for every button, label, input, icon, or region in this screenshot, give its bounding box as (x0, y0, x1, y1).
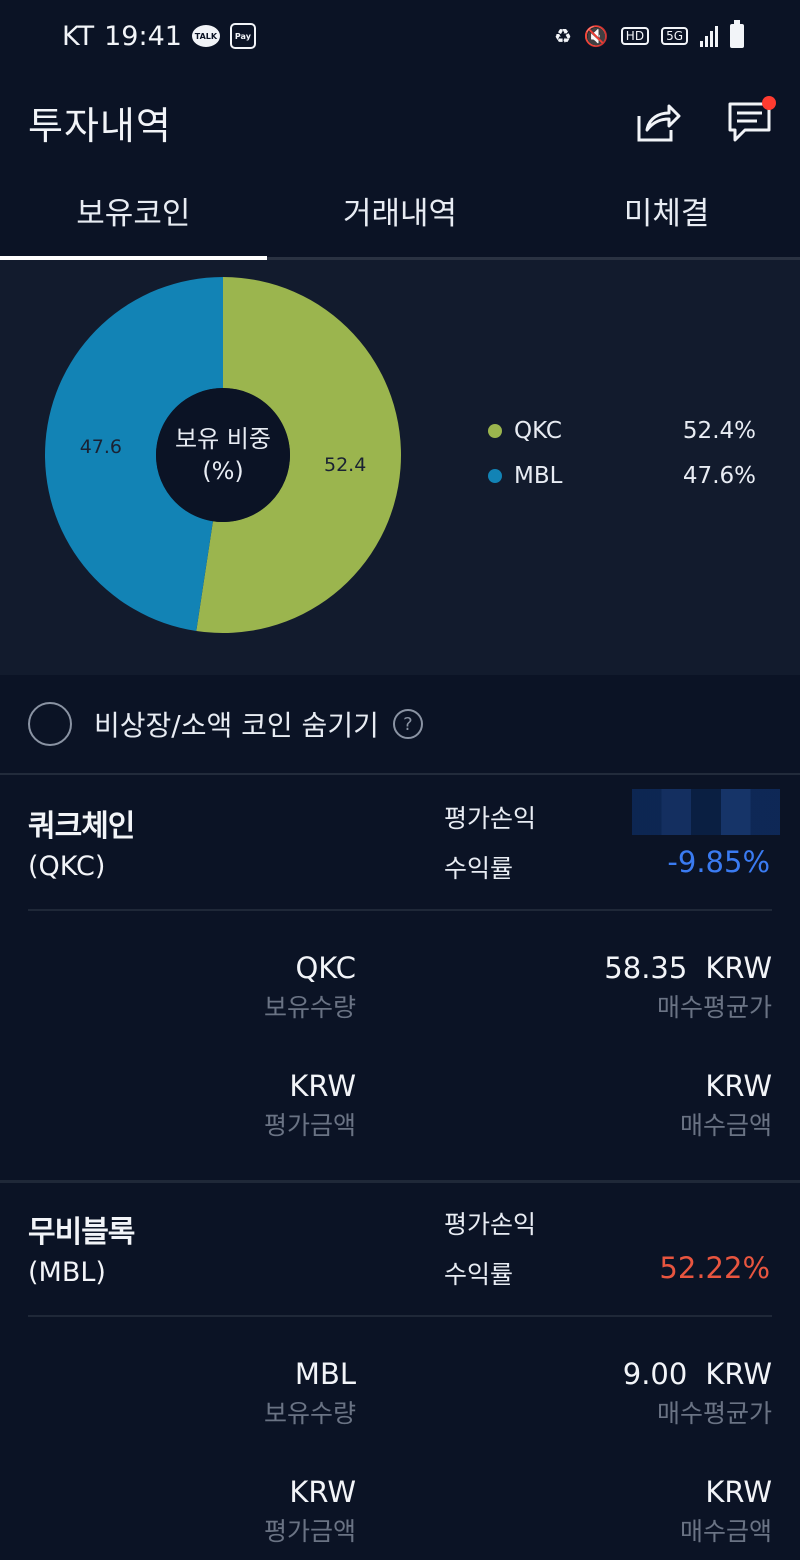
pnl-label: 평가손익 (444, 1210, 537, 1239)
qty-value: MBL (294, 1357, 356, 1391)
redacted-value (632, 789, 780, 835)
buy-amount-value: KRW (705, 1475, 772, 1509)
buy-amount-field: KRW 매수금액 (680, 1066, 772, 1146)
avg-price-field: 9.00 KRW 매수평균가 (623, 1354, 772, 1434)
kakaotalk-icon: TALK (191, 25, 220, 47)
signal-icon (700, 25, 718, 47)
divider (28, 909, 772, 911)
legend-item: MBL 47.6% (488, 453, 756, 498)
avg-price-number: 58.35 (604, 951, 688, 985)
avg-price-field: 58.35 KRW 매수평균가 (604, 948, 772, 1028)
chart-legend: QKC 52.4% MBL 47.6% (488, 408, 756, 498)
donut-center-unit: (%) (202, 457, 244, 485)
buy-amount-label: 매수금액 (679, 1517, 772, 1546)
coin-card-qkc[interactable]: 쿼크체인 (QKC) 평가손익 수익률 -9.85% QKC 보유수량 58.3… (0, 777, 800, 1180)
tab-open-orders[interactable]: 미체결 (533, 172, 800, 257)
share-icon (637, 104, 681, 142)
eval-amount-field: KRW 평가금액 (264, 1472, 356, 1552)
app-header: 투자내역 (0, 72, 800, 172)
coin-name: 쿼크체인 (28, 809, 135, 844)
legend-pct: 47.6% (682, 462, 756, 489)
avg-price-value: 58.35 KRW (604, 948, 772, 988)
status-bar: KT 19:41 TALK Pay ♻ 🔇 HD 5G (0, 0, 800, 72)
tab-holdings[interactable]: 보유코인 (0, 172, 267, 260)
pnl-label: 평가손익 (444, 804, 537, 833)
samsung-pay-icon: Pay (229, 23, 256, 49)
buy-amount-label: 매수금액 (679, 1111, 772, 1140)
legend-name: QKC (514, 417, 562, 444)
share-button[interactable] (634, 98, 682, 146)
buy-amount-value: KRW (705, 1069, 772, 1103)
donut-center-label: 보유 비중 (%) (45, 277, 401, 633)
donut-chart: 52.4 47.6 보유 비중 (%) (45, 277, 402, 633)
coin-summary: 무비블록 (MBL) 평가손익 수익률 52.22% (0, 1183, 800, 1318)
eval-amount-field: KRW 평가금액 (264, 1066, 356, 1146)
avg-price-number: 9.00 (622, 1357, 688, 1391)
network-5g-icon: 5G (661, 27, 688, 45)
qty-value: QKC (295, 951, 356, 985)
buy-amount-field: KRW 매수금액 (680, 1472, 772, 1552)
coin-name: 무비블록 (28, 1215, 135, 1250)
rate-label: 수익률 (444, 1260, 514, 1289)
eval-amount-label: 평가금액 (263, 1111, 356, 1140)
coin-summary: 쿼크체인 (QKC) 평가손익 수익률 -9.85% (0, 777, 800, 912)
donut-center-title: 보유 비중 (175, 425, 271, 453)
legend-pct: 52.4% (682, 417, 756, 444)
hide-small-coins-label: 비상장/소액 코인 숨기기 (94, 709, 379, 742)
battery-saver-icon: ♻ (553, 24, 572, 48)
holdings-chart-section: 52.4 47.6 보유 비중 (%) QKC 52.4% MBL 47.6% (0, 260, 800, 675)
mute-icon: 🔇 (583, 24, 609, 48)
coin-symbol: (MBL) (28, 1257, 106, 1288)
eval-amount-label: 평가금액 (263, 1517, 356, 1546)
battery-icon (730, 20, 744, 48)
divider (28, 1315, 772, 1317)
legend-name: MBL (514, 462, 563, 489)
legend-dot-qkc (488, 423, 502, 438)
avg-price-value: 9.00 KRW (623, 1354, 772, 1394)
eval-amount-value: KRW (289, 1475, 356, 1509)
page-title: 투자내역 (28, 103, 172, 148)
status-left: KT 19:41 TALK Pay (62, 21, 256, 52)
help-icon[interactable]: ? (392, 709, 423, 739)
avg-price-label: 매수평균가 (656, 993, 772, 1022)
avg-price-unit: KRW (705, 951, 772, 985)
rate-label: 수익률 (444, 854, 514, 883)
tab-bar: 보유코인 거래내역 미체결 (0, 172, 800, 260)
header-actions (634, 96, 776, 146)
clock: 19:41 (104, 20, 182, 52)
legend-item: QKC 52.4% (488, 408, 756, 453)
rate-value: 52.22% (659, 1251, 770, 1285)
chat-button[interactable] (726, 96, 776, 146)
status-right: ♻ 🔇 HD 5G (553, 20, 744, 48)
hide-small-coins-radio[interactable] (28, 702, 72, 746)
hd-icon: HD (620, 27, 650, 45)
qty-label: 보유수량 (263, 1399, 356, 1428)
coin-card-mbl[interactable]: 무비블록 (MBL) 평가손익 수익률 52.22% MBL 보유수량 9.00… (0, 1183, 800, 1560)
carrier-label: KT (62, 20, 95, 52)
tab-trade-history[interactable]: 거래내역 (267, 172, 534, 257)
eval-amount-value: KRW (289, 1069, 356, 1103)
qty-label: 보유수량 (263, 993, 356, 1022)
avg-price-unit: KRW (705, 1357, 772, 1391)
legend-dot-mbl (488, 468, 502, 483)
qty-field: QKC 보유수량 (264, 948, 356, 1028)
rate-value: -9.85% (667, 845, 770, 879)
avg-price-label: 매수평균가 (656, 1399, 772, 1428)
hide-small-coins-row[interactable]: 비상장/소액 코인 숨기기 ? (0, 675, 800, 775)
coin-symbol: (QKC) (28, 851, 106, 882)
qty-field: MBL 보유수량 (264, 1354, 356, 1434)
notification-dot (762, 96, 776, 110)
